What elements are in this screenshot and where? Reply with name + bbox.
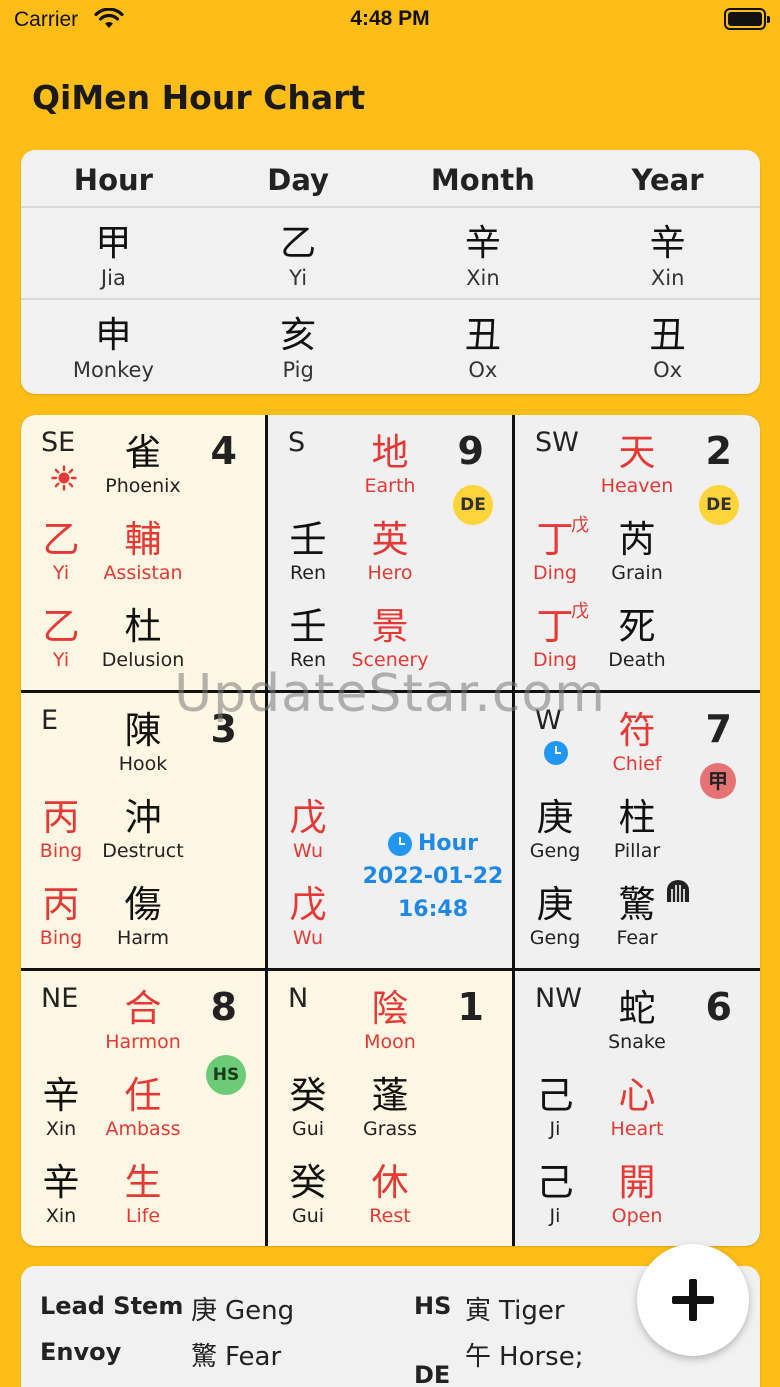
palace-star: 輔 Assistan bbox=[103, 518, 183, 584]
palace-number: 1 bbox=[457, 985, 484, 1029]
palace-direction: NE bbox=[41, 983, 79, 1014]
envoy-value: 驚 Fear bbox=[191, 1342, 282, 1372]
pillars-branch-row: 申 Monkey 亥 Pig 丑 Ox 丑 Ox bbox=[21, 302, 760, 394]
hs-badge: HS bbox=[206, 1055, 246, 1095]
palace-number: 8 bbox=[210, 985, 237, 1029]
sun-icon bbox=[51, 465, 77, 491]
clock-icon bbox=[544, 741, 568, 765]
palace-direction: NW bbox=[535, 983, 582, 1014]
palace-ne[interactable]: NE 8 HS 合 Harmon 辛 Xin 任 Ambass 辛 Xin 生 Life bbox=[21, 971, 265, 1246]
palace-deity: 雀 Phoenix bbox=[105, 431, 181, 497]
de-value: 午 Horse; bbox=[465, 1342, 584, 1372]
pillar-header-month: Month bbox=[430, 163, 535, 197]
palace-star: 任 Ambass bbox=[105, 1074, 181, 1140]
chart-time: 16:48 bbox=[397, 897, 469, 922]
palace-star: 芮 Grain bbox=[611, 518, 663, 584]
hs-label: HS bbox=[414, 1292, 452, 1320]
branch-month: 丑 Ox bbox=[464, 315, 501, 382]
pillars-stem-row: 甲 Jia 乙 Yi 辛 Xin 辛 Xin bbox=[21, 210, 760, 300]
clock-icon bbox=[387, 832, 412, 856]
palace-s[interactable]: S 9 DE 地 Earth 壬 Ren 英 Hero 壬 Ren 景 Scenery bbox=[268, 415, 512, 690]
pillar-header-hour: Hour bbox=[73, 163, 153, 197]
lead-stem-value: 庚 Geng bbox=[191, 1296, 295, 1326]
hs-value: 寅 Tiger bbox=[465, 1296, 565, 1326]
pillars-card: Hour Day Month Year 甲 Jia 乙 Yi 辛 Xin 辛 Xin 申… bbox=[21, 150, 760, 394]
status-bar: Carrier 4:48 PM bbox=[0, 0, 780, 44]
palace-w[interactable]: W 7 甲 符 Chief 庚 Geng 柱 Pillar 庚 Geng 驚 Fear bbox=[515, 693, 760, 968]
jia-badge: 甲 bbox=[700, 763, 736, 799]
palace-star: 柱 Pillar bbox=[613, 796, 661, 862]
palace-door: 生 Life bbox=[124, 1161, 162, 1227]
palace-door: 杜 Delusion bbox=[101, 605, 185, 671]
palace-door: 死 Death bbox=[608, 605, 666, 671]
palace-door: 休 Rest bbox=[369, 1161, 411, 1227]
palace-number: 9 bbox=[457, 429, 484, 473]
palace-door: 傷 Harm bbox=[117, 883, 169, 949]
stem-year: 辛 Xin bbox=[649, 223, 686, 290]
status-time: 4:48 PM bbox=[350, 7, 430, 30]
hour-label: Hour bbox=[387, 829, 478, 859]
pillars-header-row: Hour Day Month Year bbox=[21, 150, 760, 208]
nine-palace-grid: SE 4 雀 Phoenix 乙 Yi 輔 Assistan 乙 Yi 杜 Delusio… bbox=[21, 415, 760, 1246]
chart-date: 2022-01-22 bbox=[362, 864, 504, 889]
stem-day: 乙 Yi bbox=[280, 223, 317, 290]
palace-direction: S bbox=[288, 427, 306, 458]
lead-stem-label: Lead Stem bbox=[40, 1292, 184, 1320]
add-button[interactable] bbox=[637, 1244, 749, 1356]
gate-icon bbox=[667, 880, 689, 902]
palace-star: 心 Heart bbox=[610, 1074, 664, 1140]
battery-icon bbox=[724, 8, 770, 30]
palace-number: 4 bbox=[210, 429, 237, 473]
watermark: UpdateStar.com bbox=[174, 664, 606, 724]
branch-day: 亥 Pig bbox=[280, 315, 317, 382]
de-badge: DE bbox=[699, 485, 739, 525]
palace-n[interactable]: N 1 陰 Moon 癸 Gui 蓬 Grass 癸 Gui 休 Rest bbox=[268, 971, 512, 1246]
palace-direction: SE bbox=[41, 427, 76, 458]
palace-deity: 天 Heaven bbox=[600, 431, 674, 497]
palace-star: 沖 Destruct bbox=[102, 796, 184, 862]
palace-deity: 蛇 Snake bbox=[608, 987, 666, 1053]
palace-number: 2 bbox=[705, 429, 732, 473]
branch-year: 丑 Ox bbox=[649, 315, 686, 382]
palace-se[interactable]: SE 4 雀 Phoenix 乙 Yi 輔 Assistan 乙 Yi 杜 Delusio… bbox=[21, 415, 265, 690]
palace-star: 蓬 Grass bbox=[363, 1074, 417, 1140]
palace-e[interactable]: E 3 陳 Hook 丙 Bing 沖 Destruct 丙 Bing 傷 Harm bbox=[21, 693, 265, 968]
palace-nw[interactable]: NW 6 蛇 Snake 己 Ji 心 Heart 己 Ji 開 Open bbox=[515, 971, 760, 1246]
palace-center[interactable]: 戊 Wu 戊 Wu Hour 2022-01-22 16:48 bbox=[268, 693, 512, 968]
palace-direction: N bbox=[288, 983, 309, 1014]
palace-direction: SW bbox=[535, 427, 579, 458]
palace-sw[interactable]: SW 2 DE 天 Heaven 丁 Ding 戊 芮 Grain 丁 Ding 戊 死… bbox=[515, 415, 760, 690]
stem-hour: 甲 Jia bbox=[95, 223, 132, 290]
chart-datetime: Hour 2022-01-22 16:48 bbox=[348, 829, 512, 925]
palace-deity: 地 Earth bbox=[364, 431, 416, 497]
de-badge: DE bbox=[453, 485, 493, 525]
page-title: QiMen Hour Chart bbox=[32, 78, 366, 117]
palace-door: 景 Scenery bbox=[351, 605, 429, 671]
stem-month: 辛 Xin bbox=[464, 223, 501, 290]
envoy-label: Envoy bbox=[40, 1338, 122, 1366]
palace-door: 開 Open bbox=[611, 1161, 663, 1227]
branch-hour: 申 Monkey bbox=[72, 315, 154, 382]
pillar-header-year: Year bbox=[631, 163, 704, 197]
palace-deity: 陰 Moon bbox=[364, 987, 416, 1053]
de-label: DE bbox=[414, 1361, 451, 1387]
palace-star: 英 Hero bbox=[367, 518, 413, 584]
palace-deity: 合 Harmon bbox=[105, 987, 181, 1053]
pillar-header-day: Day bbox=[267, 163, 329, 197]
palace-number: 6 bbox=[705, 985, 732, 1029]
